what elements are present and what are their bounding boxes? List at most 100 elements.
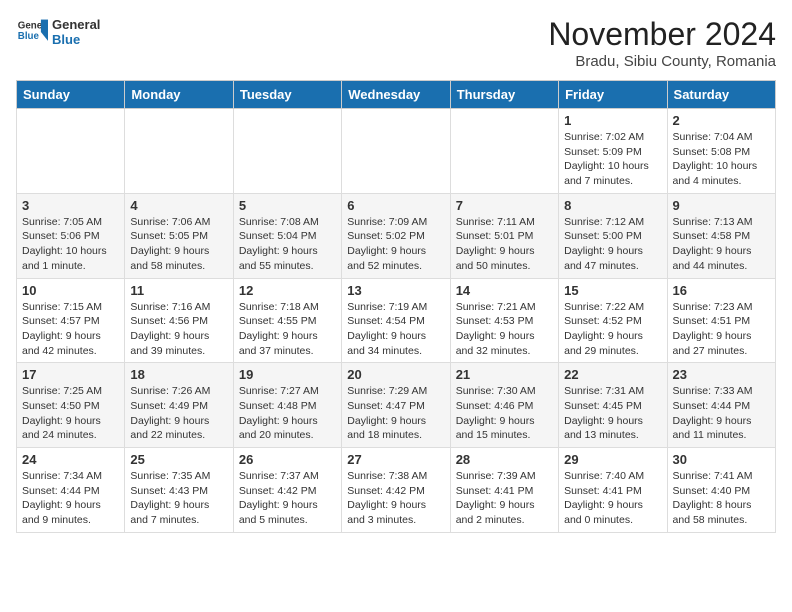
calendar-cell xyxy=(17,109,125,194)
day-number: 16 xyxy=(673,283,770,298)
header-day-wednesday: Wednesday xyxy=(342,81,450,109)
calendar-cell: 2 Sunrise: 7:04 AM Sunset: 5:08 PM Daylig… xyxy=(667,109,775,194)
day-info: Sunrise: 7:05 AM Sunset: 5:06 PM Dayligh… xyxy=(22,215,119,274)
calendar-cell: 5Sunrise: 7:08 AM Sunset: 5:04 PM Daylig… xyxy=(233,193,341,278)
day-info: Sunrise: 7:21 AM Sunset: 4:53 PM Dayligh… xyxy=(456,300,553,359)
svg-text:Blue: Blue xyxy=(18,31,40,42)
calendar-cell: 8 Sunrise: 7:12 AM Sunset: 5:00 PM Daylig… xyxy=(559,193,667,278)
day-number: 21 xyxy=(456,367,553,382)
day-info: Sunrise: 7:40 AM Sunset: 4:41 PM Dayligh… xyxy=(564,469,661,528)
day-info: Sunrise: 7:19 AM Sunset: 4:54 PM Dayligh… xyxy=(347,300,444,359)
header-day-sunday: Sunday xyxy=(17,81,125,109)
day-info: Sunrise: 7:26 AM Sunset: 4:49 PM Dayligh… xyxy=(130,384,227,443)
week-row-4: 24 Sunrise: 7:34 AM Sunset: 4:44 PM Dayli… xyxy=(17,448,776,533)
calendar-cell xyxy=(342,109,450,194)
calendar-cell: 27Sunrise: 7:38 AM Sunset: 4:42 PM Dayli… xyxy=(342,448,450,533)
day-info: Sunrise: 7:34 AM Sunset: 4:44 PM Dayligh… xyxy=(22,469,119,528)
day-info: Sunrise: 7:06 AM Sunset: 5:05 PM Dayligh… xyxy=(130,215,227,274)
calendar-cell xyxy=(450,109,558,194)
day-info: Sunrise: 7:29 AM Sunset: 4:47 PM Dayligh… xyxy=(347,384,444,443)
day-info: Sunrise: 7:27 AM Sunset: 4:48 PM Dayligh… xyxy=(239,384,336,443)
calendar-cell: 13 Sunrise: 7:19 AM Sunset: 4:54 PM Dayli… xyxy=(342,278,450,363)
calendar-cell: 19 Sunrise: 7:27 AM Sunset: 4:48 PM Dayli… xyxy=(233,363,341,448)
calendar-cell: 16 Sunrise: 7:23 AM Sunset: 4:51 PM Dayli… xyxy=(667,278,775,363)
day-number: 4 xyxy=(130,198,227,213)
calendar-cell: 24 Sunrise: 7:34 AM Sunset: 4:44 PM Dayli… xyxy=(17,448,125,533)
day-number: 22 xyxy=(564,367,661,382)
day-number: 26 xyxy=(239,452,336,467)
day-number: 6 xyxy=(347,198,444,213)
logo-icon: General Blue xyxy=(16,16,48,48)
day-info: Sunrise: 7:12 AM Sunset: 5:00 PM Dayligh… xyxy=(564,215,661,274)
day-number: 14 xyxy=(456,283,553,298)
day-number: 20 xyxy=(347,367,444,382)
calendar-cell: 14 Sunrise: 7:21 AM Sunset: 4:53 PM Dayli… xyxy=(450,278,558,363)
day-info: Sunrise: 7:04 AM Sunset: 5:08 PM Dayligh… xyxy=(673,130,770,189)
calendar-cell: 21 Sunrise: 7:30 AM Sunset: 4:46 PM Dayli… xyxy=(450,363,558,448)
calendar-table: SundayMondayTuesdayWednesdayThursdayFrid… xyxy=(16,80,776,533)
calendar-cell: 4 Sunrise: 7:06 AM Sunset: 5:05 PM Daylig… xyxy=(125,193,233,278)
calendar-cell: 12 Sunrise: 7:18 AM Sunset: 4:55 PM Dayli… xyxy=(233,278,341,363)
day-number: 24 xyxy=(22,452,119,467)
calendar-body: 1 Sunrise: 7:02 AM Sunset: 5:09 PM Daylig… xyxy=(17,109,776,533)
day-info: Sunrise: 7:39 AM Sunset: 4:41 PM Dayligh… xyxy=(456,469,553,528)
day-number: 29 xyxy=(564,452,661,467)
day-number: 30 xyxy=(673,452,770,467)
day-info: Sunrise: 7:16 AM Sunset: 4:56 PM Dayligh… xyxy=(130,300,227,359)
title-area: November 2024 Bradu, Sibiu County, Roman… xyxy=(548,16,776,70)
calendar-cell: 7Sunrise: 7:11 AM Sunset: 5:01 PM Daylig… xyxy=(450,193,558,278)
day-number: 17 xyxy=(22,367,119,382)
day-number: 11 xyxy=(130,283,227,298)
calendar-cell: 3 Sunrise: 7:05 AM Sunset: 5:06 PM Daylig… xyxy=(17,193,125,278)
day-number: 3 xyxy=(22,198,119,213)
day-number: 9 xyxy=(673,198,770,213)
day-number: 1 xyxy=(564,113,661,128)
calendar-cell: 17Sunrise: 7:25 AM Sunset: 4:50 PM Dayli… xyxy=(17,363,125,448)
day-number: 15 xyxy=(564,283,661,298)
day-info: Sunrise: 7:23 AM Sunset: 4:51 PM Dayligh… xyxy=(673,300,770,359)
calendar-cell: 29 Sunrise: 7:40 AM Sunset: 4:41 PM Dayli… xyxy=(559,448,667,533)
calendar-cell: 23Sunrise: 7:33 AM Sunset: 4:44 PM Dayli… xyxy=(667,363,775,448)
header: General Blue General Blue November 2024 … xyxy=(16,16,776,70)
header-day-friday: Friday xyxy=(559,81,667,109)
day-number: 8 xyxy=(564,198,661,213)
day-number: 2 xyxy=(673,113,770,128)
day-number: 28 xyxy=(456,452,553,467)
calendar-cell: 6 Sunrise: 7:09 AM Sunset: 5:02 PM Daylig… xyxy=(342,193,450,278)
header-day-thursday: Thursday xyxy=(450,81,558,109)
day-info: Sunrise: 7:22 AM Sunset: 4:52 PM Dayligh… xyxy=(564,300,661,359)
day-number: 27 xyxy=(347,452,444,467)
day-info: Sunrise: 7:13 AM Sunset: 4:58 PM Dayligh… xyxy=(673,215,770,274)
week-row-0: 1 Sunrise: 7:02 AM Sunset: 5:09 PM Daylig… xyxy=(17,109,776,194)
day-info: Sunrise: 7:37 AM Sunset: 4:42 PM Dayligh… xyxy=(239,469,336,528)
day-number: 13 xyxy=(347,283,444,298)
month-title: November 2024 xyxy=(548,16,776,53)
day-info: Sunrise: 7:09 AM Sunset: 5:02 PM Dayligh… xyxy=(347,215,444,274)
calendar-header-row: SundayMondayTuesdayWednesdayThursdayFrid… xyxy=(17,81,776,109)
day-info: Sunrise: 7:35 AM Sunset: 4:43 PM Dayligh… xyxy=(130,469,227,528)
calendar-cell: 9 Sunrise: 7:13 AM Sunset: 4:58 PM Daylig… xyxy=(667,193,775,278)
logo: General Blue General Blue xyxy=(16,16,100,48)
calendar-cell: 15 Sunrise: 7:22 AM Sunset: 4:52 PM Dayli… xyxy=(559,278,667,363)
day-info: Sunrise: 7:33 AM Sunset: 4:44 PM Dayligh… xyxy=(673,384,770,443)
day-number: 12 xyxy=(239,283,336,298)
calendar-cell: 10Sunrise: 7:15 AM Sunset: 4:57 PM Dayli… xyxy=(17,278,125,363)
logo-blue-text: Blue xyxy=(52,32,100,47)
header-day-tuesday: Tuesday xyxy=(233,81,341,109)
location-title: Bradu, Sibiu County, Romania xyxy=(548,53,776,70)
day-info: Sunrise: 7:30 AM Sunset: 4:46 PM Dayligh… xyxy=(456,384,553,443)
calendar-cell: 30 Sunrise: 7:41 AM Sunset: 4:40 PM Dayli… xyxy=(667,448,775,533)
calendar-cell: 11 Sunrise: 7:16 AM Sunset: 4:56 PM Dayli… xyxy=(125,278,233,363)
calendar-cell xyxy=(233,109,341,194)
day-number: 7 xyxy=(456,198,553,213)
calendar-cell: 20 Sunrise: 7:29 AM Sunset: 4:47 PM Dayli… xyxy=(342,363,450,448)
calendar-cell: 25Sunrise: 7:35 AM Sunset: 4:43 PM Dayli… xyxy=(125,448,233,533)
day-info: Sunrise: 7:31 AM Sunset: 4:45 PM Dayligh… xyxy=(564,384,661,443)
day-info: Sunrise: 7:41 AM Sunset: 4:40 PM Dayligh… xyxy=(673,469,770,528)
calendar-cell: 22 Sunrise: 7:31 AM Sunset: 4:45 PM Dayli… xyxy=(559,363,667,448)
day-info: Sunrise: 7:02 AM Sunset: 5:09 PM Dayligh… xyxy=(564,130,661,189)
day-number: 19 xyxy=(239,367,336,382)
day-info: Sunrise: 7:18 AM Sunset: 4:55 PM Dayligh… xyxy=(239,300,336,359)
day-info: Sunrise: 7:08 AM Sunset: 5:04 PM Dayligh… xyxy=(239,215,336,274)
day-number: 10 xyxy=(22,283,119,298)
